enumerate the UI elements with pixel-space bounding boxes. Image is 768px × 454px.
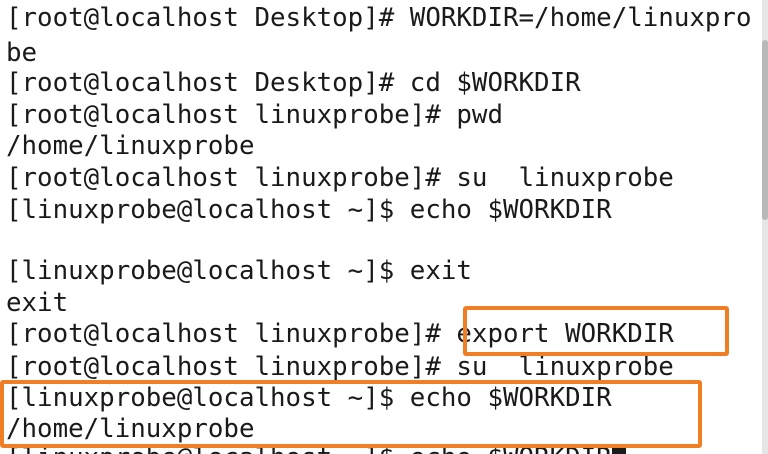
text-cursor (611, 445, 626, 454)
terminal-line: [linuxprobe@localhost ~]$ exit (6, 256, 472, 286)
terminal-line-text: [linuxprobe@localhost ~]$ echo $WORKDIR (6, 443, 612, 454)
terminal-line: [root@localhost linuxprobe]# su linuxpro… (6, 163, 674, 193)
terminal-line-partial: [linuxprobe@localhost ~]$ echo $WORKDIR (6, 443, 626, 454)
terminal-line: [root@localhost Desktop]# WORKDIR=/home/… (6, 3, 752, 33)
scrollbar-thumb[interactable] (762, 40, 768, 220)
terminal-line: [root@localhost linuxprobe]# export WORK… (6, 319, 674, 349)
terminal-line: [root@localhost linuxprobe]# su linuxpro… (6, 352, 674, 382)
terminal-line: [root@localhost linuxprobe]# pwd (6, 100, 503, 130)
terminal-line: be (6, 38, 38, 68)
scrollbar[interactable] (762, 0, 768, 454)
terminal-line: [root@localhost Desktop]# cd $WORKDIR (6, 68, 581, 98)
terminal-line: exit (6, 288, 69, 318)
terminal-line: /home/linuxprobe (6, 414, 255, 444)
terminal-line: [linuxprobe@localhost ~]$ echo $WORKDIR (6, 195, 612, 225)
terminal-window[interactable]: [root@localhost Desktop]# WORKDIR=/home/… (0, 0, 768, 454)
terminal-line: /home/linuxprobe (6, 131, 255, 161)
terminal-line: [linuxprobe@localhost ~]$ echo $WORKDIR (6, 383, 612, 413)
